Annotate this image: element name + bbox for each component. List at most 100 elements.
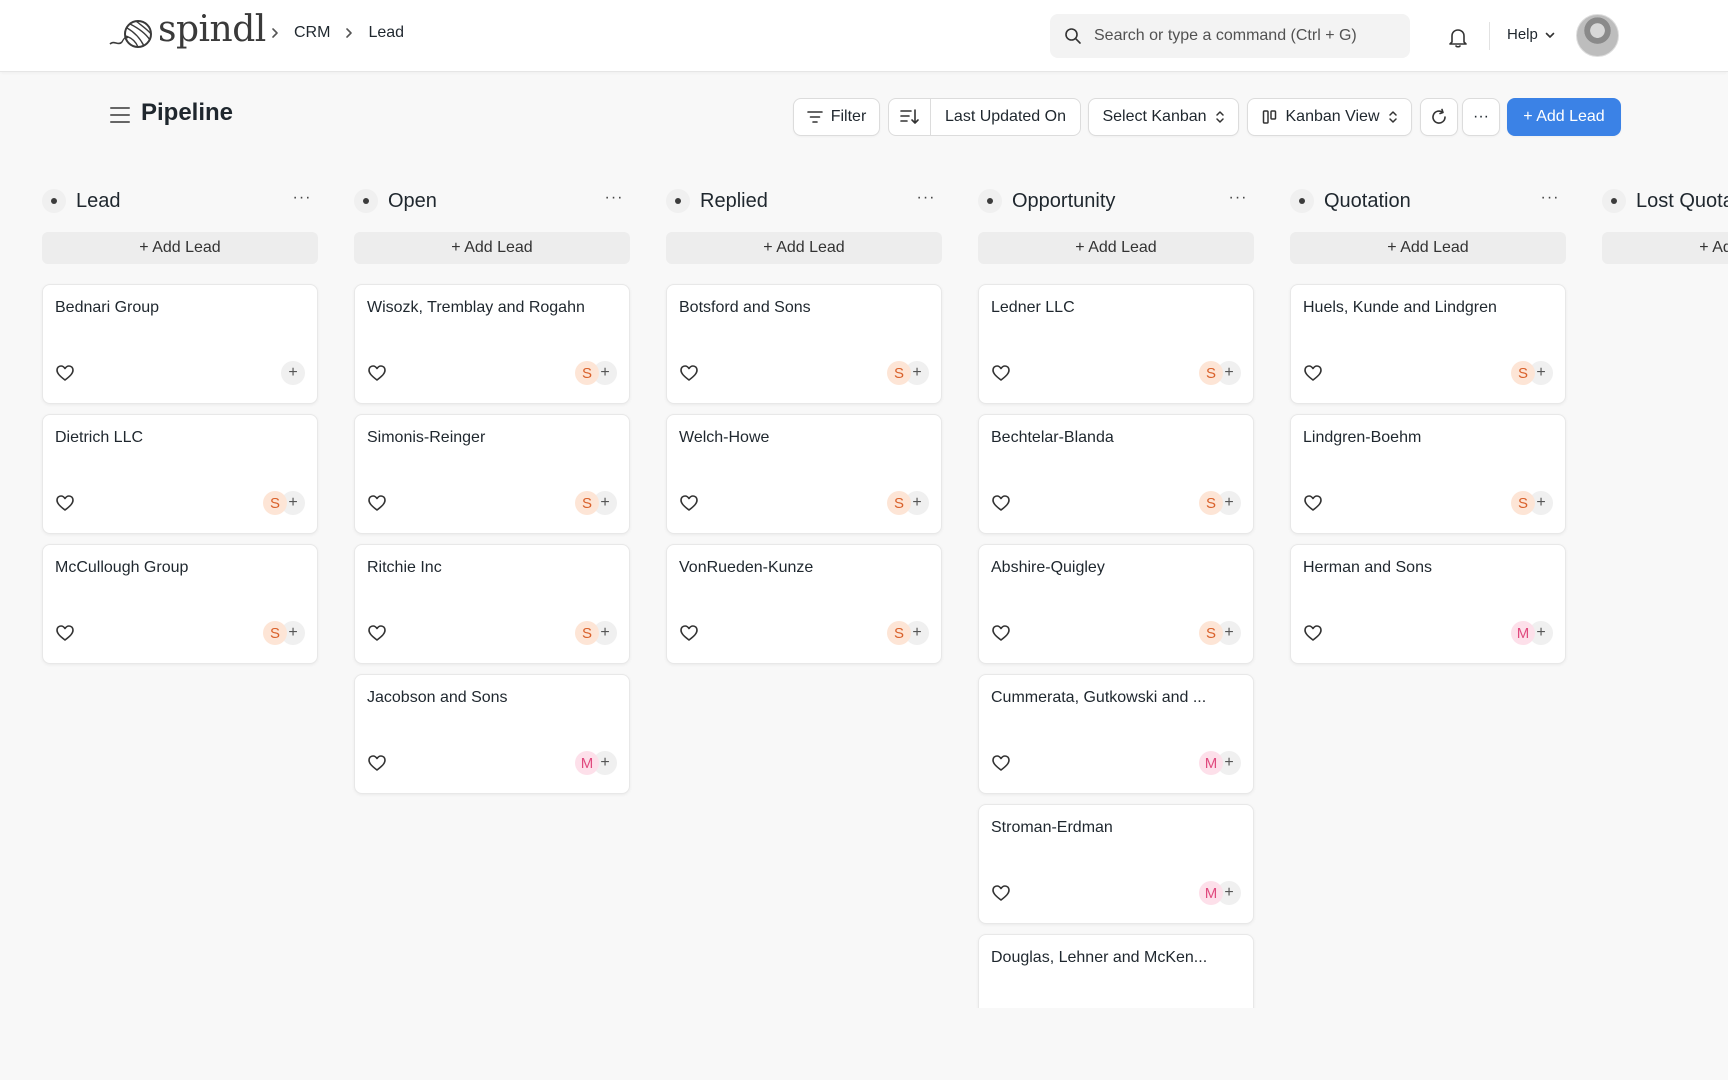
assignee-avatar[interactable]: S — [263, 491, 287, 515]
card-assignees: M + — [575, 751, 617, 775]
lead-card[interactable]: McCullough Group S + — [42, 544, 318, 664]
assignee-avatar[interactable]: S — [1511, 361, 1535, 385]
lead-card[interactable]: Jacobson and Sons M + — [354, 674, 630, 794]
search-bar[interactable] — [1050, 14, 1410, 58]
help-dropdown[interactable]: Help — [1507, 26, 1556, 43]
heart-icon[interactable] — [55, 363, 75, 383]
filter-button[interactable]: Filter — [793, 98, 880, 136]
heart-icon[interactable] — [1303, 363, 1323, 383]
lead-card[interactable]: Bechtelar-Blanda S + — [978, 414, 1254, 534]
column-status-indicator[interactable] — [1290, 189, 1314, 213]
heart-icon[interactable] — [367, 363, 387, 383]
column-status-indicator[interactable] — [354, 189, 378, 213]
lead-card[interactable]: Ledner LLC S + — [978, 284, 1254, 404]
lead-card-title: Simonis-Reinger — [367, 429, 486, 446]
lead-card[interactable]: Bednari Group + — [42, 284, 318, 404]
breadcrumb-lead[interactable]: Lead — [368, 24, 404, 42]
lead-card[interactable]: Douglas, Lehner and McKen...M+ — [978, 934, 1254, 1008]
kanban-column: Opportunity ··· + Add Lead Ledner LLC S + Bech… — [978, 162, 1254, 1008]
select-kanban-button[interactable]: Select Kanban — [1088, 98, 1239, 136]
heart-icon[interactable] — [55, 493, 75, 513]
column-status-indicator[interactable] — [42, 189, 66, 213]
assignee-avatar[interactable]: M — [1199, 881, 1223, 905]
heart-icon[interactable] — [991, 493, 1011, 513]
lead-card[interactable]: Wisozk, Tremblay and Rogahn S + — [354, 284, 630, 404]
heart-icon[interactable] — [991, 753, 1011, 773]
column-status-indicator[interactable] — [666, 189, 690, 213]
lead-card-title: Lindgren-Boehm — [1303, 429, 1422, 446]
assignee-avatar[interactable]: M — [1511, 621, 1535, 645]
column-status-indicator[interactable] — [1602, 189, 1626, 213]
assignee-avatar[interactable]: S — [1199, 621, 1223, 645]
assignee-avatar[interactable]: S — [1511, 491, 1535, 515]
column-status-indicator[interactable] — [978, 189, 1002, 213]
assignee-avatar[interactable]: S — [887, 361, 911, 385]
column-add-lead-button[interactable]: + Add Lead — [42, 232, 318, 264]
search-input[interactable] — [1094, 27, 1394, 45]
lead-card[interactable]: Welch-Howe S + — [666, 414, 942, 534]
lead-card[interactable]: Stroman-Erdman M + — [978, 804, 1254, 924]
heart-icon[interactable] — [1303, 493, 1323, 513]
add-lead-button[interactable]: + Add Lead — [1507, 98, 1621, 136]
column-add-lead-button[interactable]: + Add Lead — [666, 232, 942, 264]
lead-card-title: VonRueden-Kunze — [679, 559, 814, 576]
column-add-lead-button[interactable]: + Add Lead — [978, 232, 1254, 264]
card-assignees: S + — [575, 491, 617, 515]
assignee-avatar[interactable]: M — [1199, 751, 1223, 775]
refresh-button[interactable] — [1420, 98, 1458, 136]
assignee-avatar[interactable]: S — [575, 491, 599, 515]
lead-card[interactable]: Lindgren-Boehm S + — [1290, 414, 1566, 534]
sort-direction-button[interactable] — [889, 99, 931, 135]
user-avatar[interactable] — [1576, 14, 1619, 57]
column-title: Lost Quotation — [1636, 190, 1728, 212]
page-header: Pipeline Filter Last Updated On Select K… — [0, 72, 1728, 162]
heart-icon[interactable] — [367, 623, 387, 643]
column-menu-button[interactable]: ··· — [914, 186, 938, 210]
column-menu-button[interactable]: ··· — [290, 186, 314, 210]
lead-card[interactable]: Dietrich LLC S + — [42, 414, 318, 534]
assignee-avatar[interactable]: S — [575, 621, 599, 645]
heart-icon[interactable] — [367, 753, 387, 773]
lead-card[interactable]: Huels, Kunde and Lindgren S + — [1290, 284, 1566, 404]
column-menu-button[interactable]: ··· — [602, 186, 626, 210]
more-options-button[interactable]: ··· — [1462, 98, 1500, 136]
lead-card[interactable]: Ritchie Inc S + — [354, 544, 630, 664]
add-assignee-button[interactable]: + — [281, 361, 305, 385]
lead-card[interactable]: Cummerata, Gutkowski and ... M + — [978, 674, 1254, 794]
assignee-avatar[interactable]: M — [575, 751, 599, 775]
assignee-avatar[interactable]: S — [1199, 361, 1223, 385]
sidebar-toggle-icon[interactable] — [110, 106, 130, 124]
column-title: Opportunity — [1012, 190, 1116, 212]
assignee-avatar[interactable]: S — [887, 621, 911, 645]
assignee-avatar[interactable]: S — [1199, 491, 1223, 515]
lead-card[interactable]: Botsford and Sons S + — [666, 284, 942, 404]
assignee-avatar[interactable]: S — [887, 491, 911, 515]
column-add-lead-button[interactable]: + Add Lead — [1602, 232, 1728, 264]
column-add-lead-button[interactable]: + Add Lead — [1290, 232, 1566, 264]
heart-icon[interactable] — [679, 623, 699, 643]
sort-field-button[interactable]: Last Updated On — [931, 99, 1080, 135]
column-menu-button[interactable]: ··· — [1226, 186, 1250, 210]
lead-card[interactable]: VonRueden-Kunze S + — [666, 544, 942, 664]
heart-icon[interactable] — [991, 623, 1011, 643]
heart-icon[interactable] — [55, 623, 75, 643]
heart-icon[interactable] — [367, 493, 387, 513]
heart-icon[interactable] — [1303, 623, 1323, 643]
column-menu-button[interactable]: ··· — [1538, 186, 1562, 210]
assignee-avatar[interactable]: S — [575, 361, 599, 385]
heart-icon[interactable] — [991, 883, 1011, 903]
heart-icon[interactable] — [679, 363, 699, 383]
column-add-lead-button[interactable]: + Add Lead — [354, 232, 630, 264]
breadcrumb: CRM Lead — [268, 24, 404, 42]
lead-card[interactable]: Herman and Sons M + — [1290, 544, 1566, 664]
assignee-avatar[interactable]: S — [263, 621, 287, 645]
heart-icon[interactable] — [991, 363, 1011, 383]
app-logo[interactable]: spindl — [108, 12, 266, 50]
lead-card[interactable]: Simonis-Reinger S + — [354, 414, 630, 534]
kanban-icon — [1262, 110, 1276, 124]
heart-icon[interactable] — [679, 493, 699, 513]
lead-card[interactable]: Abshire-Quigley S + — [978, 544, 1254, 664]
view-switcher-button[interactable]: Kanban View — [1247, 98, 1412, 136]
bell-icon[interactable] — [1447, 26, 1469, 48]
breadcrumb-crm[interactable]: CRM — [294, 24, 330, 42]
